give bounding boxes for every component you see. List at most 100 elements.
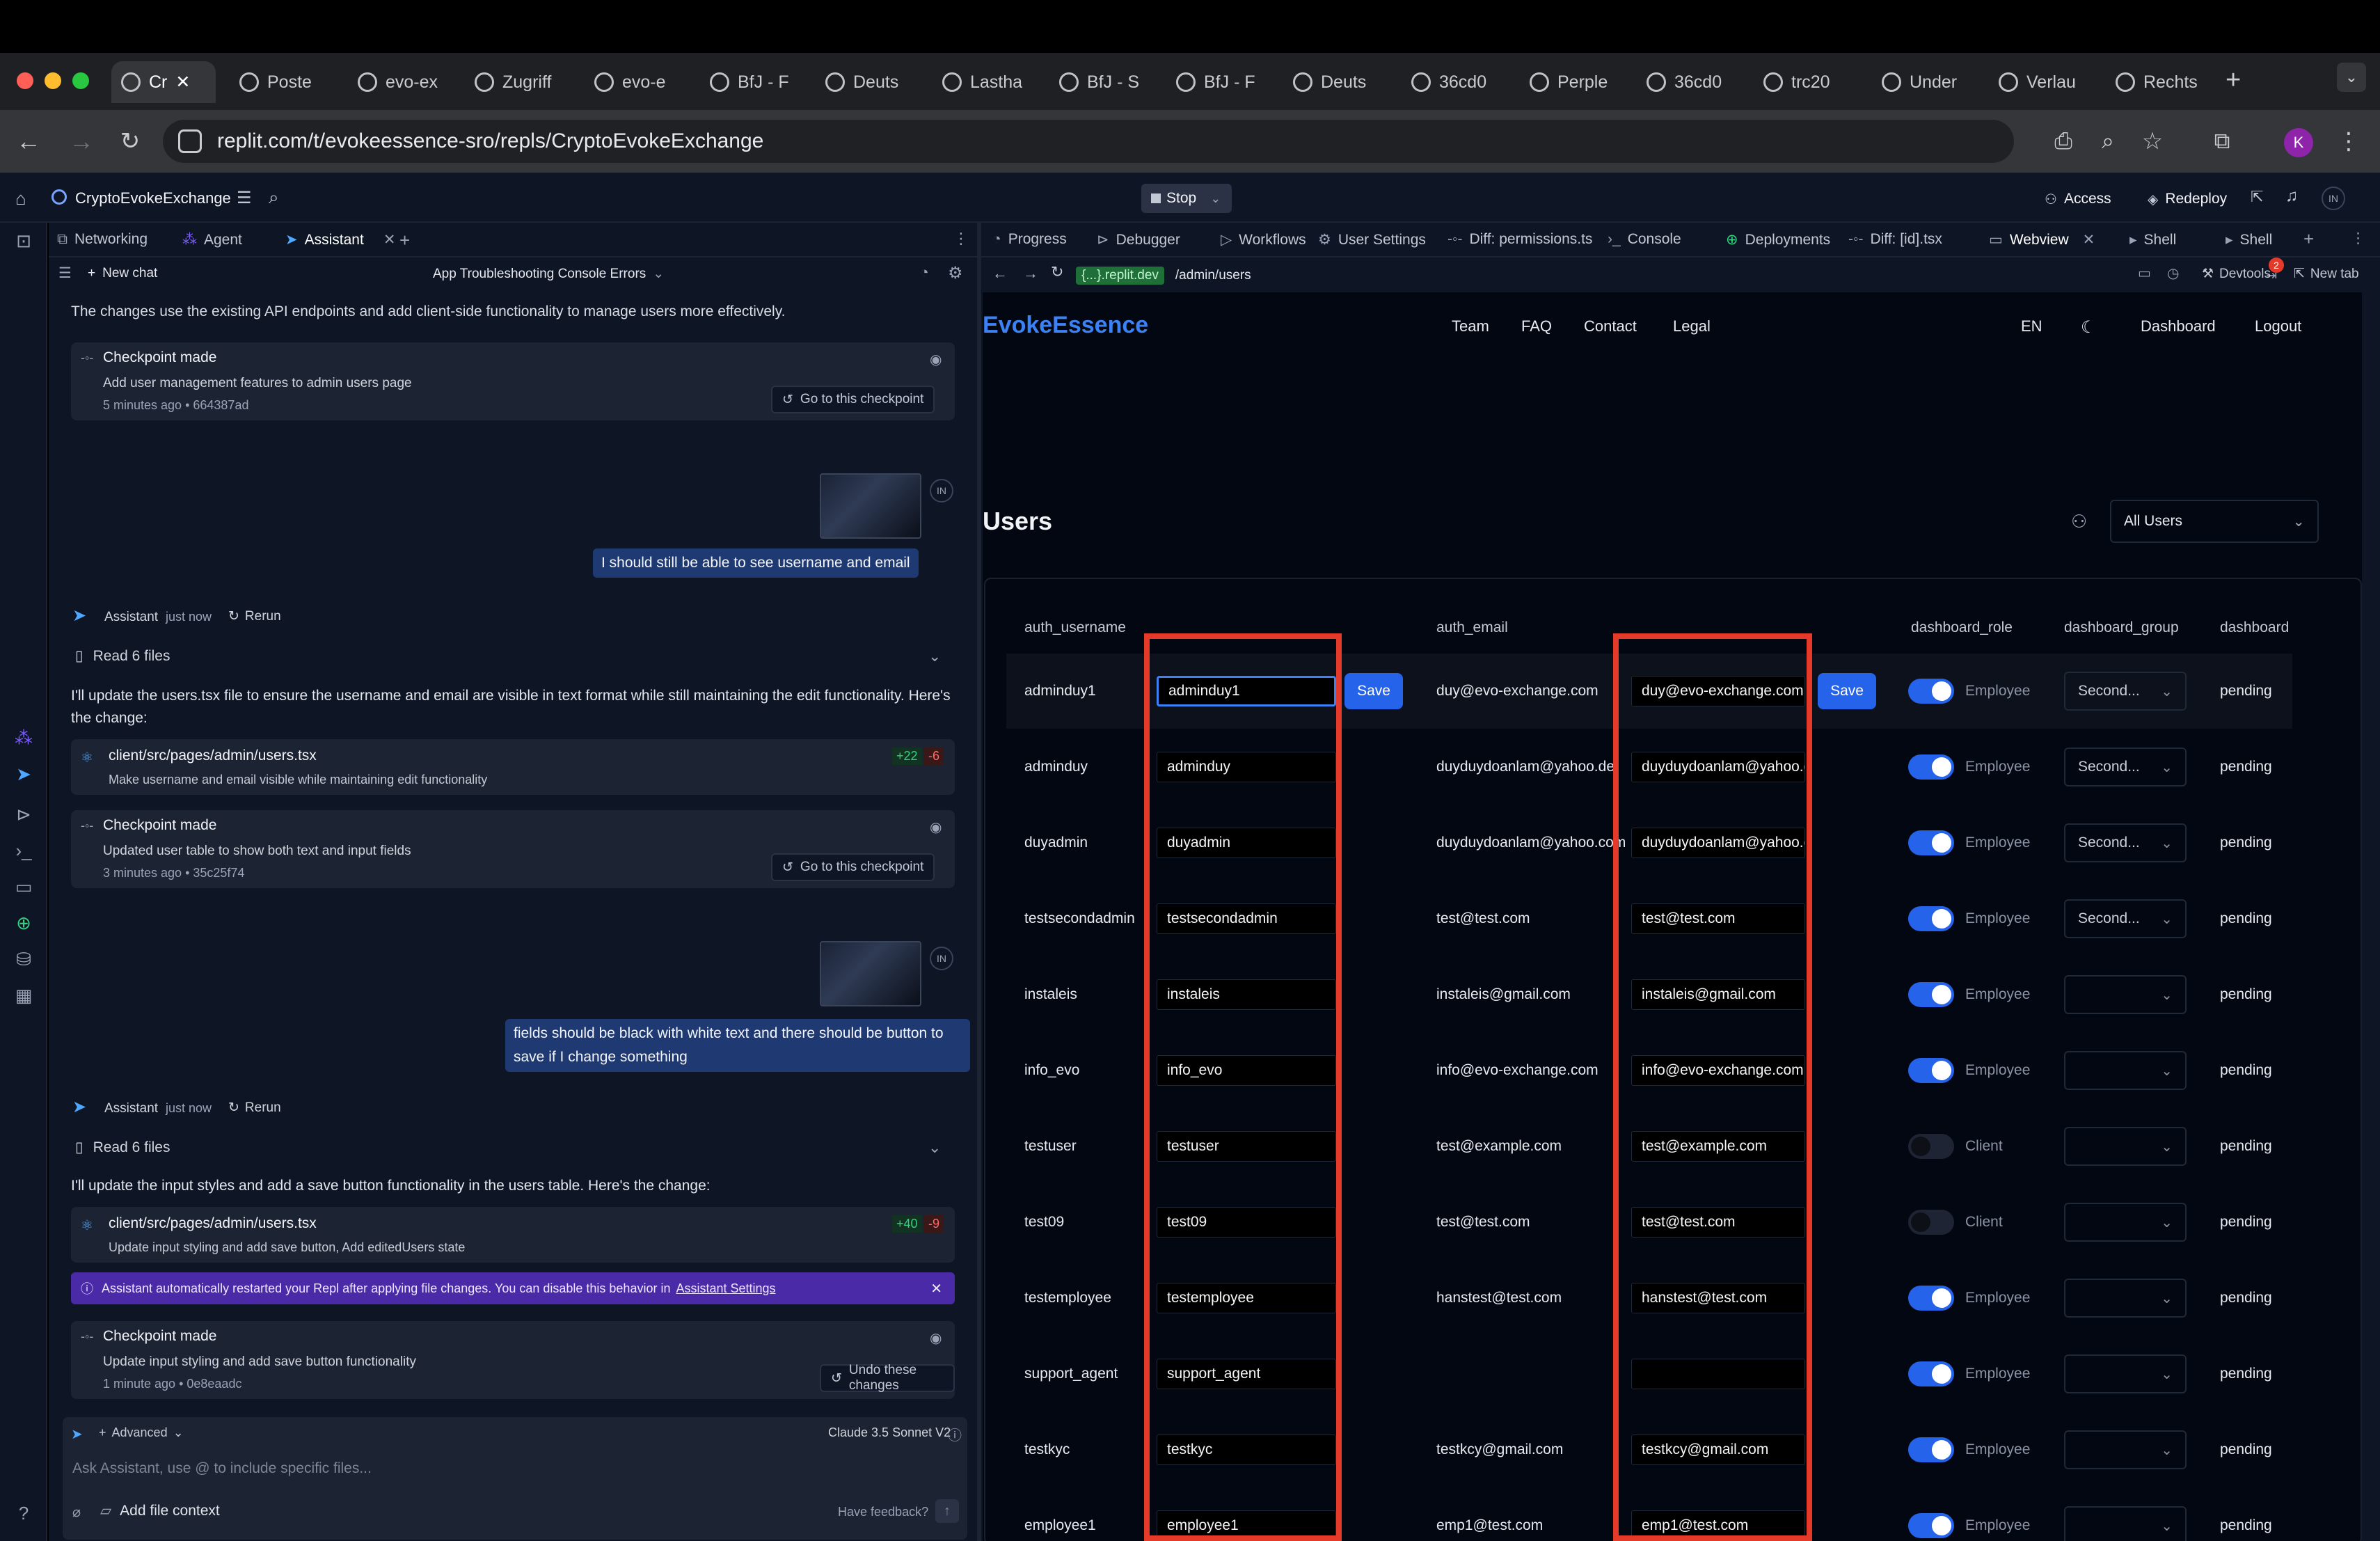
nav-faq[interactable]: FAQ xyxy=(1521,317,1552,335)
devtools-button[interactable]: ⚒ Devtools xyxy=(2202,266,2271,282)
rerun-button[interactable]: ↻ Rerun xyxy=(228,1100,281,1116)
read-files-toggle[interactable]: ▯ Read 6 files xyxy=(75,647,170,665)
webview-url-bar[interactable]: {...}.replit.dev /admin/users ⇥ xyxy=(1076,263,2280,288)
site-settings-icon[interactable] xyxy=(178,129,202,153)
browser-tab[interactable]: BfJ - F xyxy=(700,61,811,103)
tab-user-settings[interactable]: ⚙ User Settings xyxy=(1318,231,1426,248)
bell-icon[interactable]: ♫ xyxy=(2285,187,2298,206)
access-button[interactable]: ⚇ Access xyxy=(2045,185,2111,213)
tab-webview[interactable]: ▭ Webview ✕ xyxy=(1989,231,2095,248)
address-bar[interactable]: replit.com/t/evokeessence-sro/repls/Cryp… xyxy=(163,120,2014,163)
settings-icon[interactable]: ⚙ xyxy=(948,263,963,283)
group-select[interactable]: ⌄ xyxy=(2064,1203,2187,1242)
nav-team[interactable]: Team xyxy=(1452,317,1489,335)
clock-icon[interactable]: ◷ xyxy=(2167,264,2179,282)
preview-icon[interactable]: ◉ xyxy=(930,1329,942,1347)
role-toggle[interactable] xyxy=(1908,1361,1954,1386)
browser-tab[interactable]: Perple xyxy=(1520,61,1631,103)
database-icon[interactable]: ⛁ xyxy=(13,948,35,970)
role-toggle[interactable] xyxy=(1908,982,1954,1007)
new-tab-button[interactable]: ⇱ New tab xyxy=(2294,266,2359,282)
assistant-settings-link[interactable]: Assistant Settings xyxy=(676,1281,775,1296)
close-icon[interactable]: ✕ xyxy=(930,1280,942,1297)
zoom-icon[interactable]: ⌕ xyxy=(2092,125,2124,157)
chat-title[interactable]: App Troubleshooting Console Errors ⌄ xyxy=(433,266,664,282)
history-icon[interactable]: ☰ xyxy=(58,264,72,282)
new-chat-button[interactable]: + New chat xyxy=(88,266,157,281)
group-select[interactable]: ⌄ xyxy=(2064,1127,2187,1166)
assistant-icon[interactable]: ➤ xyxy=(13,763,35,785)
role-toggle[interactable] xyxy=(1908,906,1954,931)
reload-icon[interactable]: ↻ xyxy=(114,125,146,157)
add-tab-icon[interactable]: + xyxy=(2303,228,2314,250)
role-toggle[interactable] xyxy=(1908,1513,1954,1538)
undo-changes-button[interactable]: ↺ Undo these changes xyxy=(820,1363,955,1393)
info-icon[interactable]: ⓘ xyxy=(948,1424,962,1444)
extensions-icon[interactable]: ⧉ xyxy=(2206,125,2238,157)
group-select[interactable]: Second... ⌄ xyxy=(2064,823,2187,862)
group-select[interactable]: Second... ⌄ xyxy=(2064,899,2187,938)
back-icon[interactable]: ← xyxy=(13,125,45,157)
reload-icon[interactable]: ↻ xyxy=(1051,263,1063,281)
tab-search-icon[interactable]: ⌄ xyxy=(2337,63,2366,92)
tab-diff-id-tsx[interactable]: -◦- Diff: [id].tsx xyxy=(1848,231,1942,248)
moon-icon[interactable]: ☾ xyxy=(2081,317,2096,338)
nav-dashboard[interactable]: Dashboard xyxy=(2141,317,2216,335)
add-file-context-button[interactable]: ▱ Add file context xyxy=(100,1502,220,1519)
role-toggle[interactable] xyxy=(1908,1437,1954,1462)
nav-logout[interactable]: Logout xyxy=(2255,317,2301,335)
user-filter-select[interactable]: All Users ⌄ xyxy=(2110,500,2319,543)
preview-icon[interactable]: ◉ xyxy=(930,351,942,368)
role-toggle[interactable] xyxy=(1908,1134,1954,1159)
browser-tab[interactable]: evo-ex xyxy=(348,61,459,103)
tab-shell[interactable]: ▸ Shell xyxy=(2129,231,2176,248)
go-to-checkpoint-button[interactable]: ↺ Go to this checkpoint xyxy=(771,386,935,413)
close-icon[interactable]: ✕ xyxy=(383,231,396,248)
group-select[interactable]: ⌄ xyxy=(2064,1430,2187,1469)
browser-tab[interactable]: Rechts xyxy=(2106,61,2217,103)
tab-progress[interactable]: ◔ Progress xyxy=(992,231,1067,248)
browser-tab[interactable]: evo-e xyxy=(585,61,696,103)
attach-icon[interactable]: ⌀ xyxy=(72,1503,81,1521)
chevron-down-icon[interactable]: ⌄ xyxy=(928,647,941,665)
close-tab-icon[interactable]: ✕ xyxy=(175,72,190,93)
device-icon[interactable]: ▭ xyxy=(2138,264,2151,282)
chevron-down-icon[interactable]: ⌄ xyxy=(928,1139,941,1157)
back-icon[interactable]: ← xyxy=(992,264,1008,283)
screenshot-thumbnail[interactable] xyxy=(820,473,921,539)
home-icon[interactable]: ⌂ xyxy=(15,188,26,210)
bookmark-star-icon[interactable]: ☆ xyxy=(2136,125,2168,157)
search-icon[interactable]: ⌕ xyxy=(269,187,279,209)
tab-assistant[interactable]: ➤ Assistant ✕ xyxy=(285,231,395,248)
tab-console[interactable]: ›_ Console xyxy=(1608,231,1681,248)
tab-networking[interactable]: ⧉ Networking xyxy=(57,231,148,248)
tab-deployments[interactable]: ⊕ Deployments xyxy=(1726,231,1830,248)
role-toggle[interactable] xyxy=(1908,1058,1954,1083)
browser-tab[interactable]: Poste xyxy=(230,61,341,103)
preview-icon[interactable]: ◉ xyxy=(930,819,942,836)
group-select[interactable]: ⌄ xyxy=(2064,1279,2187,1318)
go-to-checkpoint-button[interactable]: ↺ Go to this checkpoint xyxy=(771,853,935,881)
read-files-toggle[interactable]: ▯ Read 6 files xyxy=(75,1139,170,1156)
browser-tab[interactable]: Deuts xyxy=(1283,61,1395,103)
group-select[interactable]: ⌄ xyxy=(2064,1354,2187,1393)
browser-tab[interactable]: 36cd0 xyxy=(1402,61,1513,103)
close-icon[interactable]: ✕ xyxy=(2083,231,2095,248)
browser-tab[interactable]: BfJ - S xyxy=(1049,61,1161,103)
role-toggle[interactable] xyxy=(1908,830,1954,855)
tab-debugger[interactable]: ⊳ Debugger xyxy=(1097,231,1180,248)
deployments-icon[interactable]: ⊕ xyxy=(13,912,35,934)
file-tree-icon[interactable]: ☰ xyxy=(237,188,252,208)
role-toggle[interactable] xyxy=(1908,1286,1954,1311)
window-minimize-button[interactable] xyxy=(45,72,61,89)
console-icon[interactable]: ›_ xyxy=(13,839,35,862)
all-tools-icon[interactable]: ▦ xyxy=(13,984,35,1006)
add-tab-icon[interactable]: + xyxy=(399,230,410,251)
browser-tab[interactable]: Under xyxy=(1872,61,1983,103)
save-email-button[interactable]: Save xyxy=(1818,673,1876,709)
browser-tab[interactable]: Cr ✕ xyxy=(111,61,216,103)
rerun-button[interactable]: ↻ Rerun xyxy=(228,608,281,624)
language-switcher[interactable]: EN xyxy=(2021,317,2042,335)
stop-button[interactable]: Stop ⌄ xyxy=(1141,184,1232,213)
nav-contact[interactable]: Contact xyxy=(1584,317,1637,335)
